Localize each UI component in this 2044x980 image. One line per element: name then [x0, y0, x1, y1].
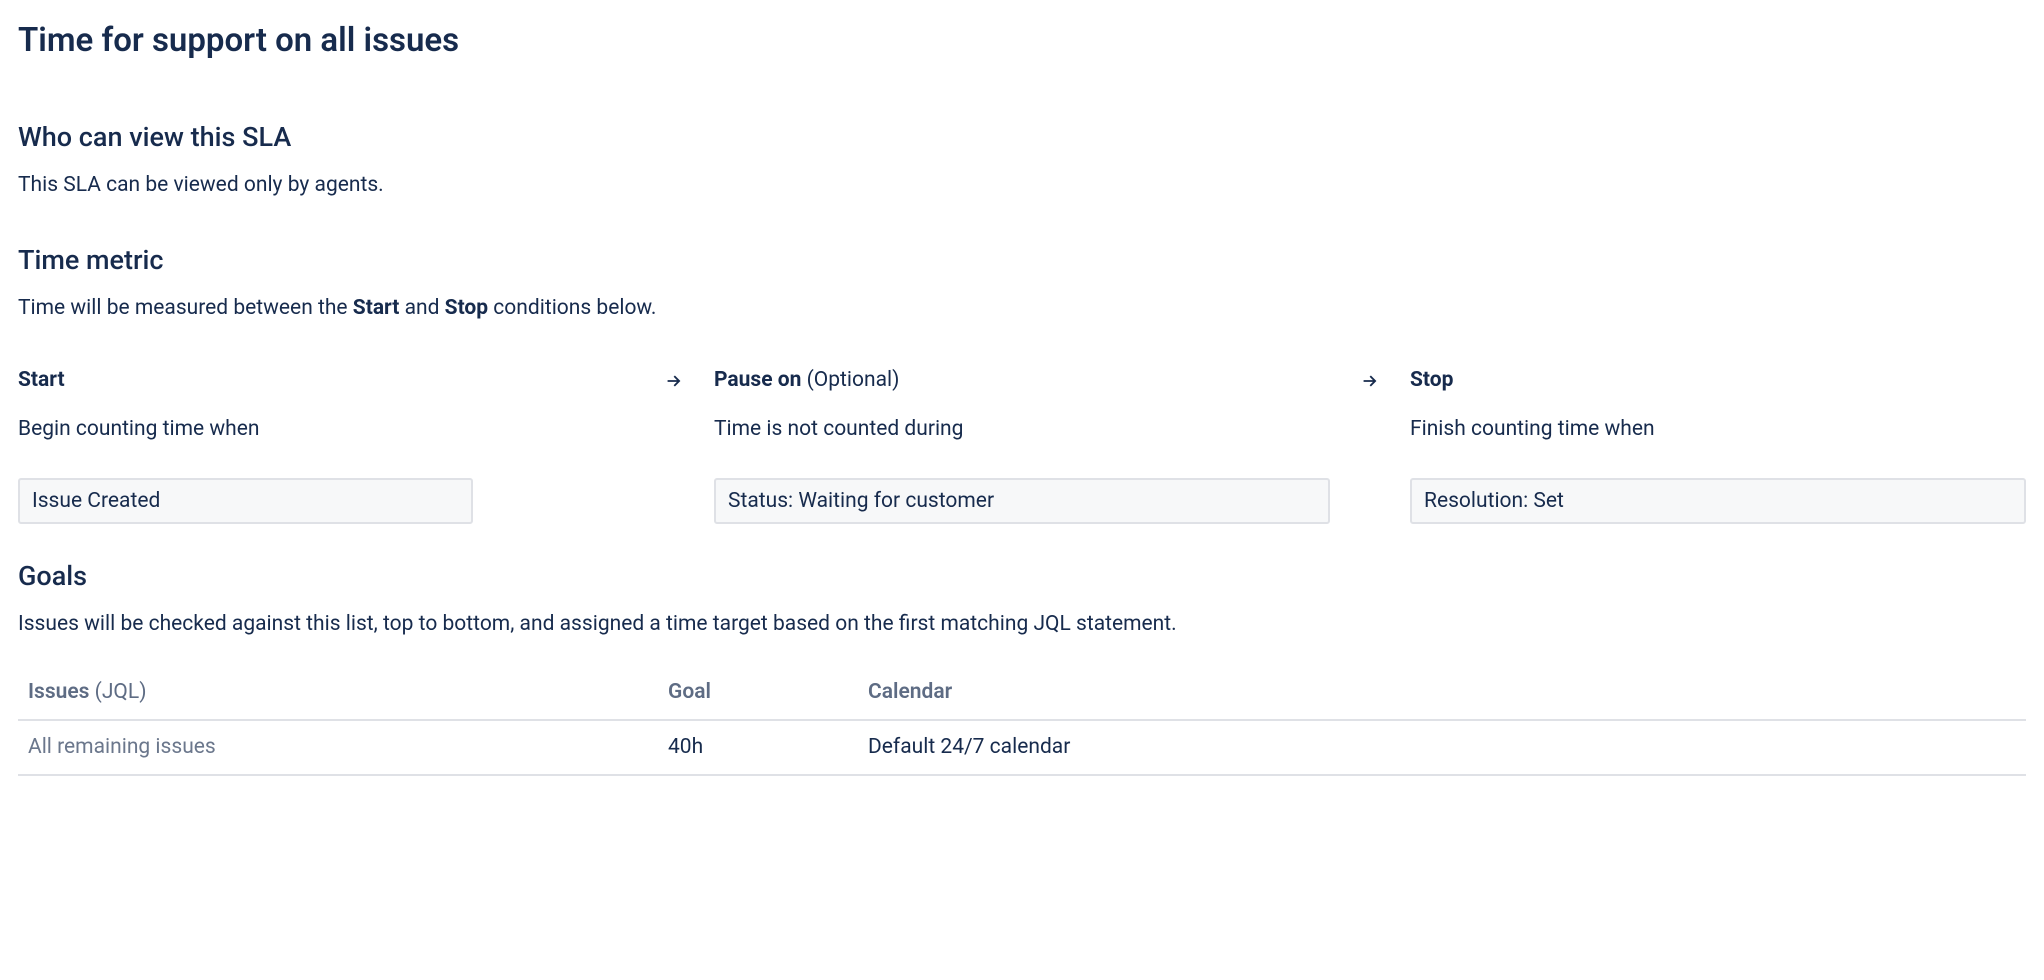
pause-condition-input[interactable]: Status: Waiting for customer: [714, 478, 1330, 524]
goals-table-header: Issues (JQL) Goal Calendar: [18, 666, 2026, 721]
view-sla-heading: Who can view this SLA: [18, 119, 2026, 157]
issues-cell: All remaining issues: [28, 733, 668, 762]
stop-condition-input[interactable]: Resolution: Set: [1410, 478, 2026, 524]
start-condition-input[interactable]: Issue Created: [18, 478, 473, 524]
time-metric-heading: Time metric: [18, 242, 2026, 280]
goal-header: Goal: [668, 678, 868, 707]
pause-label: Pause on (Optional): [714, 366, 1330, 395]
goal-cell: 40h: [668, 733, 868, 762]
start-label: Start: [18, 366, 634, 395]
goals-description: Issues will be checked against this list…: [18, 610, 2026, 639]
goals-table: Issues (JQL) Goal Calendar All remaining…: [18, 666, 2026, 777]
start-column: Start Begin counting time when Issue Cre…: [18, 366, 634, 525]
goals-heading: Goals: [18, 558, 2026, 596]
calendar-header: Calendar: [868, 678, 2016, 707]
arrow-right-icon: [634, 366, 714, 392]
stop-column: Stop Finish counting time when Resolutio…: [1410, 366, 2026, 525]
arrow-right-icon: [1330, 366, 1410, 392]
issues-jql-header: Issues (JQL): [28, 678, 668, 707]
pause-sublabel: Time is not counted during: [714, 415, 1330, 444]
view-sla-description: This SLA can be viewed only by agents.: [18, 171, 2026, 200]
calendar-cell: Default 24/7 calendar: [868, 733, 2016, 762]
stop-label: Stop: [1410, 366, 2026, 395]
pause-column: Pause on (Optional) Time is not counted …: [714, 366, 1330, 525]
table-row[interactable]: All remaining issues 40h Default 24/7 ca…: [18, 721, 2026, 776]
page-title: Time for support on all issues: [18, 18, 2026, 64]
time-metric-columns: Start Begin counting time when Issue Cre…: [18, 366, 2026, 525]
time-metric-description: Time will be measured between the Start …: [18, 294, 2026, 323]
start-sublabel: Begin counting time when: [18, 415, 634, 444]
stop-sublabel: Finish counting time when: [1410, 415, 2026, 444]
